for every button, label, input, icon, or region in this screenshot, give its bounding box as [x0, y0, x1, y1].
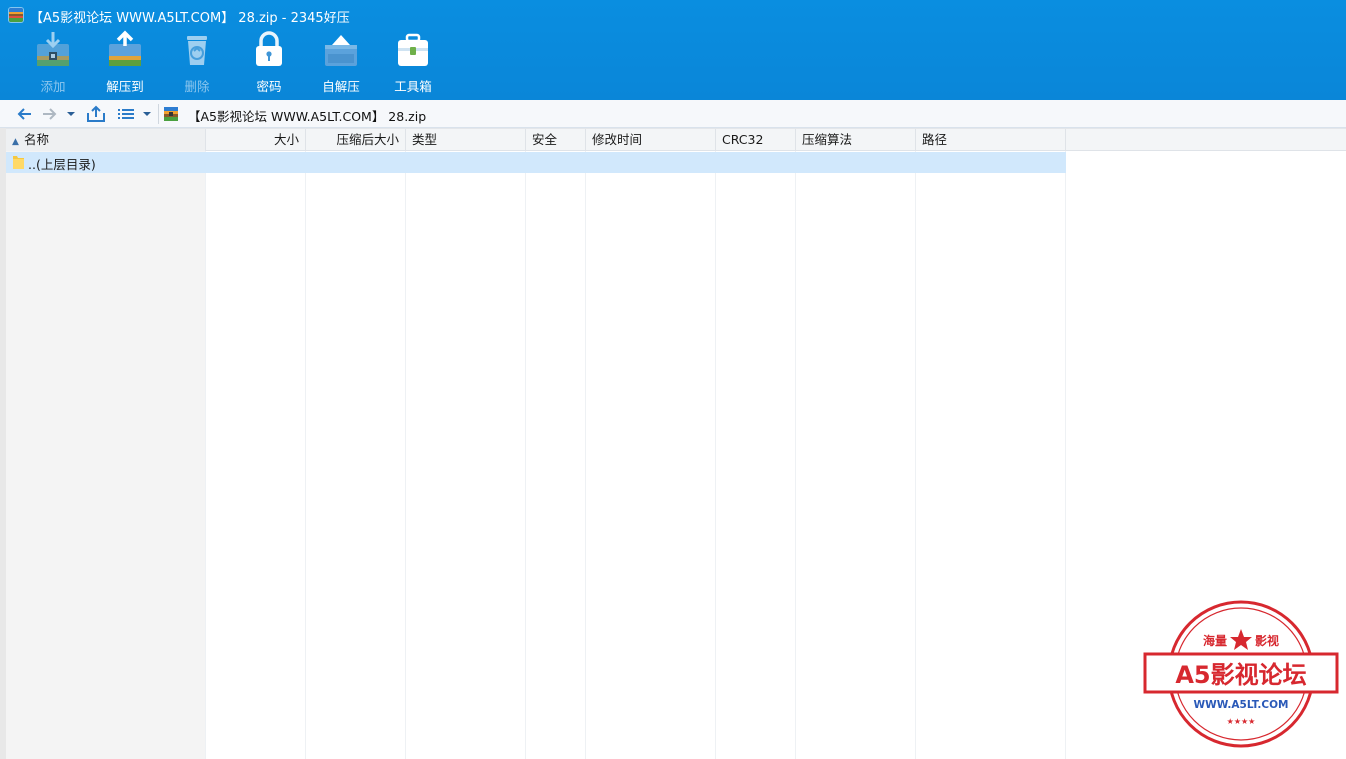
up-folder-icon[interactable] — [86, 105, 106, 123]
star-icon — [1230, 629, 1252, 650]
forward-arrow-icon[interactable] — [40, 105, 58, 123]
column-header-name[interactable]: ▲ 名称 — [6, 129, 206, 151]
extract-to-button[interactable]: 解压到 — [90, 28, 160, 96]
address-bar: 【A5影视论坛 WWW.A5LT.COM】 28.zip — [0, 100, 1346, 128]
column-divider — [1065, 151, 1066, 759]
back-arrow-icon[interactable] — [16, 105, 34, 123]
column-divider — [405, 151, 406, 759]
password-button[interactable]: 密码 — [234, 28, 304, 96]
app-logo-icon — [9, 8, 23, 22]
stamp-stars-icon: ★★★★ — [1227, 717, 1256, 726]
app-window: 【A5影视论坛 WWW.A5LT.COM】 28.zip - 2345好压 添加… — [0, 0, 1346, 759]
column-header-row: ▲ 名称 大小 压缩后大小 类型 安全 修改时间 CRC32 压缩算法 路径 — [6, 128, 1346, 151]
stamp-main-text: A5影视论坛 — [1175, 661, 1306, 689]
extract-to-label: 解压到 — [106, 79, 144, 94]
zip-file-icon — [164, 107, 178, 121]
toolbox-icon — [398, 33, 428, 66]
column-divider — [795, 151, 796, 759]
trash-icon — [187, 36, 207, 65]
column-divider — [525, 151, 526, 759]
stamp-top-left: 海量 — [1203, 633, 1227, 648]
folder-tree-panel — [0, 128, 206, 759]
self-extract-label: 自解压 — [322, 79, 360, 94]
password-label: 密码 — [256, 79, 282, 94]
column-divider — [205, 151, 206, 759]
column-header-method[interactable]: 压缩算法 — [796, 129, 916, 151]
column-header-modified[interactable]: 修改时间 — [586, 129, 716, 151]
column-header-security[interactable]: 安全 — [526, 129, 586, 151]
toolbox-label: 工具箱 — [394, 79, 432, 94]
toolbox-button[interactable]: 工具箱 — [378, 28, 448, 96]
current-path[interactable]: 【A5影视论坛 WWW.A5LT.COM】 28.zip — [188, 106, 426, 125]
column-header-packed-size[interactable]: 压缩后大小 — [306, 129, 406, 151]
toolbar-divider — [158, 104, 159, 124]
self-extract-button[interactable]: 自解压 — [306, 28, 376, 96]
list-item-name: ..(上层目录) — [28, 157, 96, 172]
self-extract-icon — [325, 35, 357, 66]
column-name-label: 名称 — [24, 132, 50, 147]
forum-watermark-stamp: 海量 影视 A5影视论坛 WWW.A5LT.COM ★★★★ — [1143, 600, 1339, 748]
folder-icon — [13, 156, 24, 169]
history-dropdown-icon[interactable] — [64, 105, 78, 123]
lock-icon — [256, 31, 282, 66]
column-divider — [715, 151, 716, 759]
column-header-path[interactable]: 路径 — [916, 129, 1066, 151]
delete-button[interactable]: 删除 — [162, 28, 232, 96]
view-list-icon[interactable] — [116, 105, 136, 123]
extract-icon — [109, 30, 141, 66]
add-label: 添加 — [40, 79, 66, 94]
window-title: 【A5影视论坛 WWW.A5LT.COM】 28.zip - 2345好压 — [30, 11, 350, 26]
list-item-parent-directory[interactable]: ..(上层目录) — [6, 152, 1066, 173]
sort-ascending-icon: ▲ — [12, 137, 19, 147]
column-divider — [915, 151, 916, 759]
column-divider — [585, 151, 586, 759]
column-divider — [305, 151, 306, 759]
view-dropdown-icon[interactable] — [140, 105, 154, 123]
column-header-size[interactable]: 大小 — [206, 129, 306, 151]
stamp-top-right: 影视 — [1255, 633, 1279, 648]
add-button[interactable]: 添加 — [18, 28, 88, 96]
add-icon — [37, 32, 69, 66]
stamp-url: WWW.A5LT.COM — [1194, 699, 1289, 711]
column-header-crc32[interactable]: CRC32 — [716, 129, 796, 151]
column-header-type[interactable]: 类型 — [406, 129, 526, 151]
ribbon-toolbar: 【A5影视论坛 WWW.A5LT.COM】 28.zip - 2345好压 添加… — [0, 0, 1346, 100]
delete-label: 删除 — [184, 79, 210, 94]
